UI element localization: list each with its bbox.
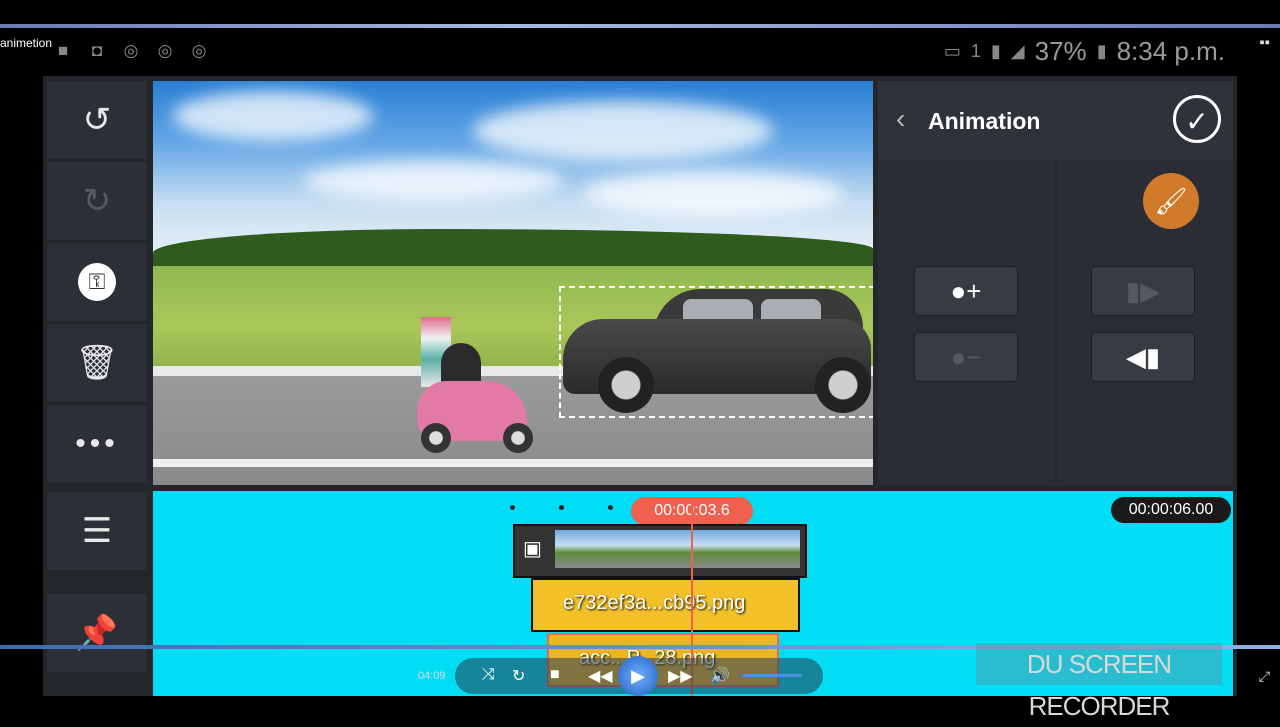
camera-icon: ◘ [91,41,103,60]
timeline-dot [608,505,613,510]
panel-title: Animation [928,108,1041,134]
key-icon: ⚿ [78,263,116,301]
grid-icon[interactable]: ▪▪ [1259,34,1270,51]
top-progress-line [0,24,1280,28]
volume-slider[interactable] [742,674,802,677]
track-thumbnail [555,530,800,568]
signal-icon: ▮ [990,41,1001,61]
timeline-dot [510,505,515,510]
notification-icons: ■ ◘ ◎ ◎ ◎ [52,40,210,62]
track-adjust-button[interactable]: ☰ [47,492,147,570]
delete-button[interactable]: 🗑 [47,324,147,402]
track-adjust-icon: ☰ [81,512,113,550]
panel-divider [1055,161,1057,485]
check-icon[interactable]: ✓ [1173,95,1221,143]
app-screen: ↺ ↻ ⚿ 🗑 ••• ☰ 📌 ‹ Animation ✓ 🖌 ●+ ●− ▮▶… [43,76,1237,696]
panel-header: ‹ Animation ✓ [878,81,1233,159]
keyframe-button[interactable]: ⚿ [47,243,147,321]
play-icon: ▶ [631,666,645,686]
selected-layer-frame[interactable] [559,286,873,418]
redo-icon: ↻ [82,182,112,220]
volume-icon[interactable]: 🔊 [710,666,730,686]
signal-icon: ◢ [1010,41,1025,61]
battery-level: 37% [1034,36,1087,66]
prev-keyframe-button[interactable]: ◀▮ [1091,332,1195,382]
fast-forward-icon[interactable]: ▶▶ [668,666,693,686]
fullscreen-icon[interactable]: ⤢ [1259,668,1270,685]
more-button[interactable]: ••• [47,405,147,483]
elapsed-time: 04:09 [418,670,446,682]
repeat-icon[interactable]: ↻ [512,666,525,686]
chrome-icon: ◎ [191,41,207,60]
undo-icon: ↺ [82,101,112,139]
rewind-icon[interactable]: ◀◀ [588,666,613,686]
remove-keyframe-button[interactable]: ●− [914,332,1018,382]
remove-keyframe-icon: ●− [950,341,982,372]
chrome-icon: ◎ [123,41,139,60]
pin-button[interactable]: 📌 [47,594,147,672]
image-icon: ▣ [523,538,542,560]
track-label: e732ef3a...cb95.png [563,592,746,614]
prev-keyframe-icon: ◀▮ [1125,341,1161,372]
chrome-icon: ◎ [157,41,173,60]
add-keyframe-icon: ●+ [950,275,982,306]
tree-line [153,229,873,269]
road-line [153,459,873,467]
status-bar: ▭ 1 ▮ ◢ 37% ▮ 8:34 p.m. [944,36,1225,67]
brush-icon[interactable]: 🖌 [1143,173,1199,229]
cloud [583,171,843,216]
battery-icon: ▮ [1096,41,1107,61]
next-keyframe-icon: ▮▶ [1125,275,1161,306]
video-camera-icon: ■ [57,41,69,60]
scooter-wheel [503,423,533,453]
watermark: DU SCREEN RECORDER [976,643,1222,721]
shuffle-icon[interactable]: ⤨ [482,666,495,684]
add-keyframe-button[interactable]: ●+ [914,266,1018,316]
cast-icon: ▭ [943,41,961,61]
layer-track[interactable]: e732ef3a...cb95.png [531,578,800,632]
next-keyframe-button[interactable]: ▮▶ [1091,266,1195,316]
sim-icon: 1 [970,41,981,61]
stop-icon[interactable]: ■ [550,666,560,684]
cloud [303,161,563,201]
redo-button[interactable]: ↻ [47,162,147,240]
background-track[interactable]: ▣ [513,524,807,578]
undo-button[interactable]: ↺ [47,81,147,159]
window-title: animetion [0,36,53,50]
timeline-dot [559,505,564,510]
play-button[interactable]: ▶ [618,656,658,696]
video-preview[interactable] [153,81,873,485]
cloud [173,91,373,141]
chevron-left-icon[interactable]: ‹ [896,103,905,135]
animation-panel: ‹ Animation ✓ 🖌 ●+ ●− ▮▶ ◀▮ [878,81,1233,485]
more-icon: ••• [75,427,119,460]
trash-icon: 🗑 [75,344,119,382]
clock: 8:34 p.m. [1116,36,1225,66]
cloud [473,101,773,161]
total-duration: 00:00:06.00 [1111,497,1231,523]
scooter-wheel [421,423,451,453]
